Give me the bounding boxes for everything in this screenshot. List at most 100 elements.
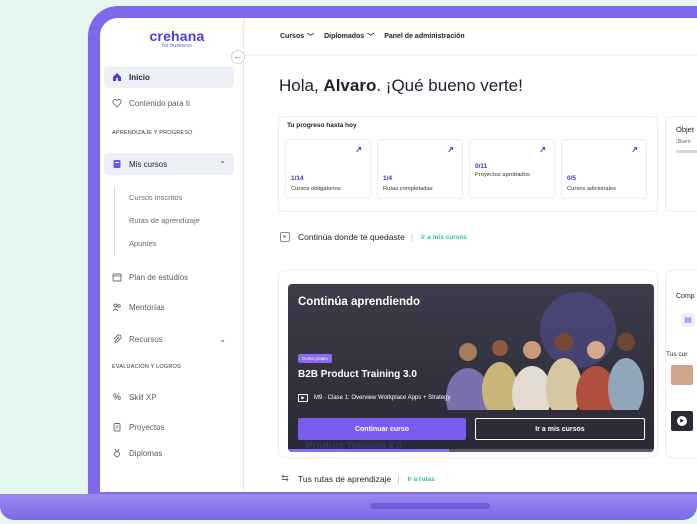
book-icon [112,159,122,169]
divider: | [397,474,400,484]
stat-label: Rutas completadas [383,186,433,192]
subnav-item-cursos-inscritos[interactable]: Cursos inscritos [115,186,232,209]
arrow-up-right-icon: ↗ [631,145,638,154]
divider: | [410,232,414,242]
mis-cursos-subnav: Cursos inscritos Rutas de aprendizaje Ap… [114,186,232,255]
sidebar-item-mis-cursos[interactable]: Mis cursos ⌃ [104,153,234,175]
stat-value: 1/4 [383,175,393,182]
topnav-label: Cursos [280,33,305,40]
topnav-label: Diplomados [324,33,365,40]
companion-list-label: Tus cur [666,351,688,358]
page-title: Hola, Alvaro. ¡Qué bueno verte! [279,76,523,96]
stat-card-proyectos[interactable]: ↗ 0/11 Proyectos aprobados [469,139,555,199]
sidebar-item-mentorias[interactable]: Mentorías [104,296,234,318]
chevron-down-icon[interactable]: ⌄ [219,335,226,344]
progress-card: Tu progreso hasta hoy ↗ 1/14 Cursos obli… [278,116,658,212]
sidebar-item-diplomas[interactable]: Diplomas [104,442,234,464]
chevron-down-icon: ﹀ [307,33,315,41]
progress-title: Tu progreso hasta hoy [287,122,357,129]
sidebar-item-recursos[interactable]: Recursos ⌄ [104,328,234,350]
chevron-up-icon[interactable]: ⌃ [219,160,226,169]
team-photo [446,292,644,410]
home-icon [112,72,122,82]
sidebar-item-label: Proyectos [129,422,165,432]
sidebar-item-contenido[interactable]: Contenido para ti [104,92,234,114]
sidebar-item-label: Inicio [129,72,150,82]
greeting-name: Alvaro [323,76,377,95]
routes-icon: ⇆ [281,473,289,483]
continue-course-button[interactable]: Continuar curso [298,418,466,440]
subnav-item-rutas[interactable]: Rutas de aprendizaje [115,209,232,232]
section-title: Continúa donde te quedaste [298,232,405,242]
sidebar-item-skill-xp[interactable]: % Skill XP [104,386,234,408]
sidebar-item-label: Mentorías [129,302,165,312]
lesson-label: M9 · Clase 1: Overview Workplace Apps + … [314,395,451,401]
paperclip-icon [112,334,122,344]
routes-section-header: ⇆ Tus rutas de aprendizaje | Ir a rutas [280,473,435,485]
clipboard-icon [112,422,122,432]
stat-label: Cursos adicionales [567,186,616,192]
sidebar-item-label: Contenido para ti [129,98,190,108]
sidebar-item-label: Plan de estudios [129,272,189,282]
course-thumbnail[interactable]: ▶ [671,411,693,431]
objectives-subtitle: ¡Buen [676,139,691,145]
sidebar-item-label: Recursos [129,334,163,344]
sidebar-item-inicio[interactable]: Inicio [104,66,234,88]
top-navigation: Cursos ﹀ Diplomados ﹀ Panel de administrac… [244,18,697,56]
people-icon [112,302,122,312]
go-to-my-courses-button[interactable]: Ir a mis cursos [475,418,645,440]
greeting-suffix: . ¡Qué bueno verte! [376,76,523,95]
topnav-label: Panel de administración [384,33,465,40]
objectives-card[interactable]: Objet ¡Buen [665,116,697,212]
sidebar-item-label: Diplomas [129,448,163,458]
greeting-prefix: Hola, [279,76,324,95]
course-banner: Continúa aprendiendo Curso propio B2B Pr… [288,284,654,452]
topnav-cursos[interactable]: Cursos ﹀ [280,32,314,42]
arrow-up-right-icon: ↗ [355,145,362,154]
course-heading: Continúa aprendiendo [298,296,421,308]
course-progress-fill [288,449,450,452]
percent-icon: % [112,392,121,402]
section-label-learning: APRENDIZAJE Y PROGRESO [112,130,193,136]
stat-card-cursos-adicionales[interactable]: ↗ 0/5 Cursos adicionales [561,139,647,199]
app-screen: crehana for business ← Inicio Contenido … [100,18,697,492]
laptop-base [0,494,697,520]
section-title: Tus rutas de aprendizaje [298,474,392,484]
stat-card-rutas[interactable]: ↗ 1/4 Rutas completadas [377,139,463,199]
objectives-title: Objet [676,125,694,134]
link-mis-cursos[interactable]: Ir a mis cursos [421,234,467,241]
heart-icon [112,98,122,108]
sidebar-item-label: Skill XP [129,392,157,402]
play-icon: ▶ [677,416,687,426]
stat-value: 0/5 [567,175,577,182]
link-rutas[interactable]: Ir a rutas [407,476,434,483]
document-icon[interactable]: ▤ [681,313,695,327]
brand-logo[interactable]: crehana for business [142,28,212,49]
topnav-diplomados[interactable]: Diplomados ﹀ [324,32,374,42]
laptop-notch [370,503,490,509]
continue-section-header: ▸ Continúa donde te quedaste | Ir a mis … [280,232,467,242]
play-square-icon: ▸ [280,232,290,242]
course-tag: Curso propio [298,354,332,363]
chevron-down-icon: ﹀ [367,33,375,41]
stat-value: 0/11 [475,163,488,170]
topnav-panel-admin[interactable]: Panel de administración [384,33,465,40]
arrow-up-right-icon: ↗ [539,145,546,154]
subnav-item-apuntes[interactable]: Apuntes [115,232,232,255]
sidebar-item-plan[interactable]: Plan de estudios [104,266,234,288]
sidebar-item-label: Mis cursos [129,159,168,169]
logo-text: crehana [149,28,205,44]
medal-icon [112,448,122,458]
stat-label: Cursos obligatorios [291,186,341,192]
arrow-up-right-icon: ↗ [447,145,454,154]
calendar-icon [112,272,122,282]
companion-card: Comp ▤ Tus cur ▶ [665,270,697,458]
sidebar-item-proyectos[interactable]: Proyectos [104,416,234,438]
objectives-progress-bar [676,150,697,153]
section-label-eval: EVALUACIÓN Y LOGROS [112,364,181,370]
course-thumbnail[interactable] [671,365,693,385]
sidebar-collapse-button[interactable]: ← [231,50,245,64]
course-progress-bar [288,449,654,452]
stat-card-cursos-obligatorios[interactable]: ↗ 1/14 Cursos obligatorios [285,139,371,199]
companion-title: Comp [676,293,695,300]
